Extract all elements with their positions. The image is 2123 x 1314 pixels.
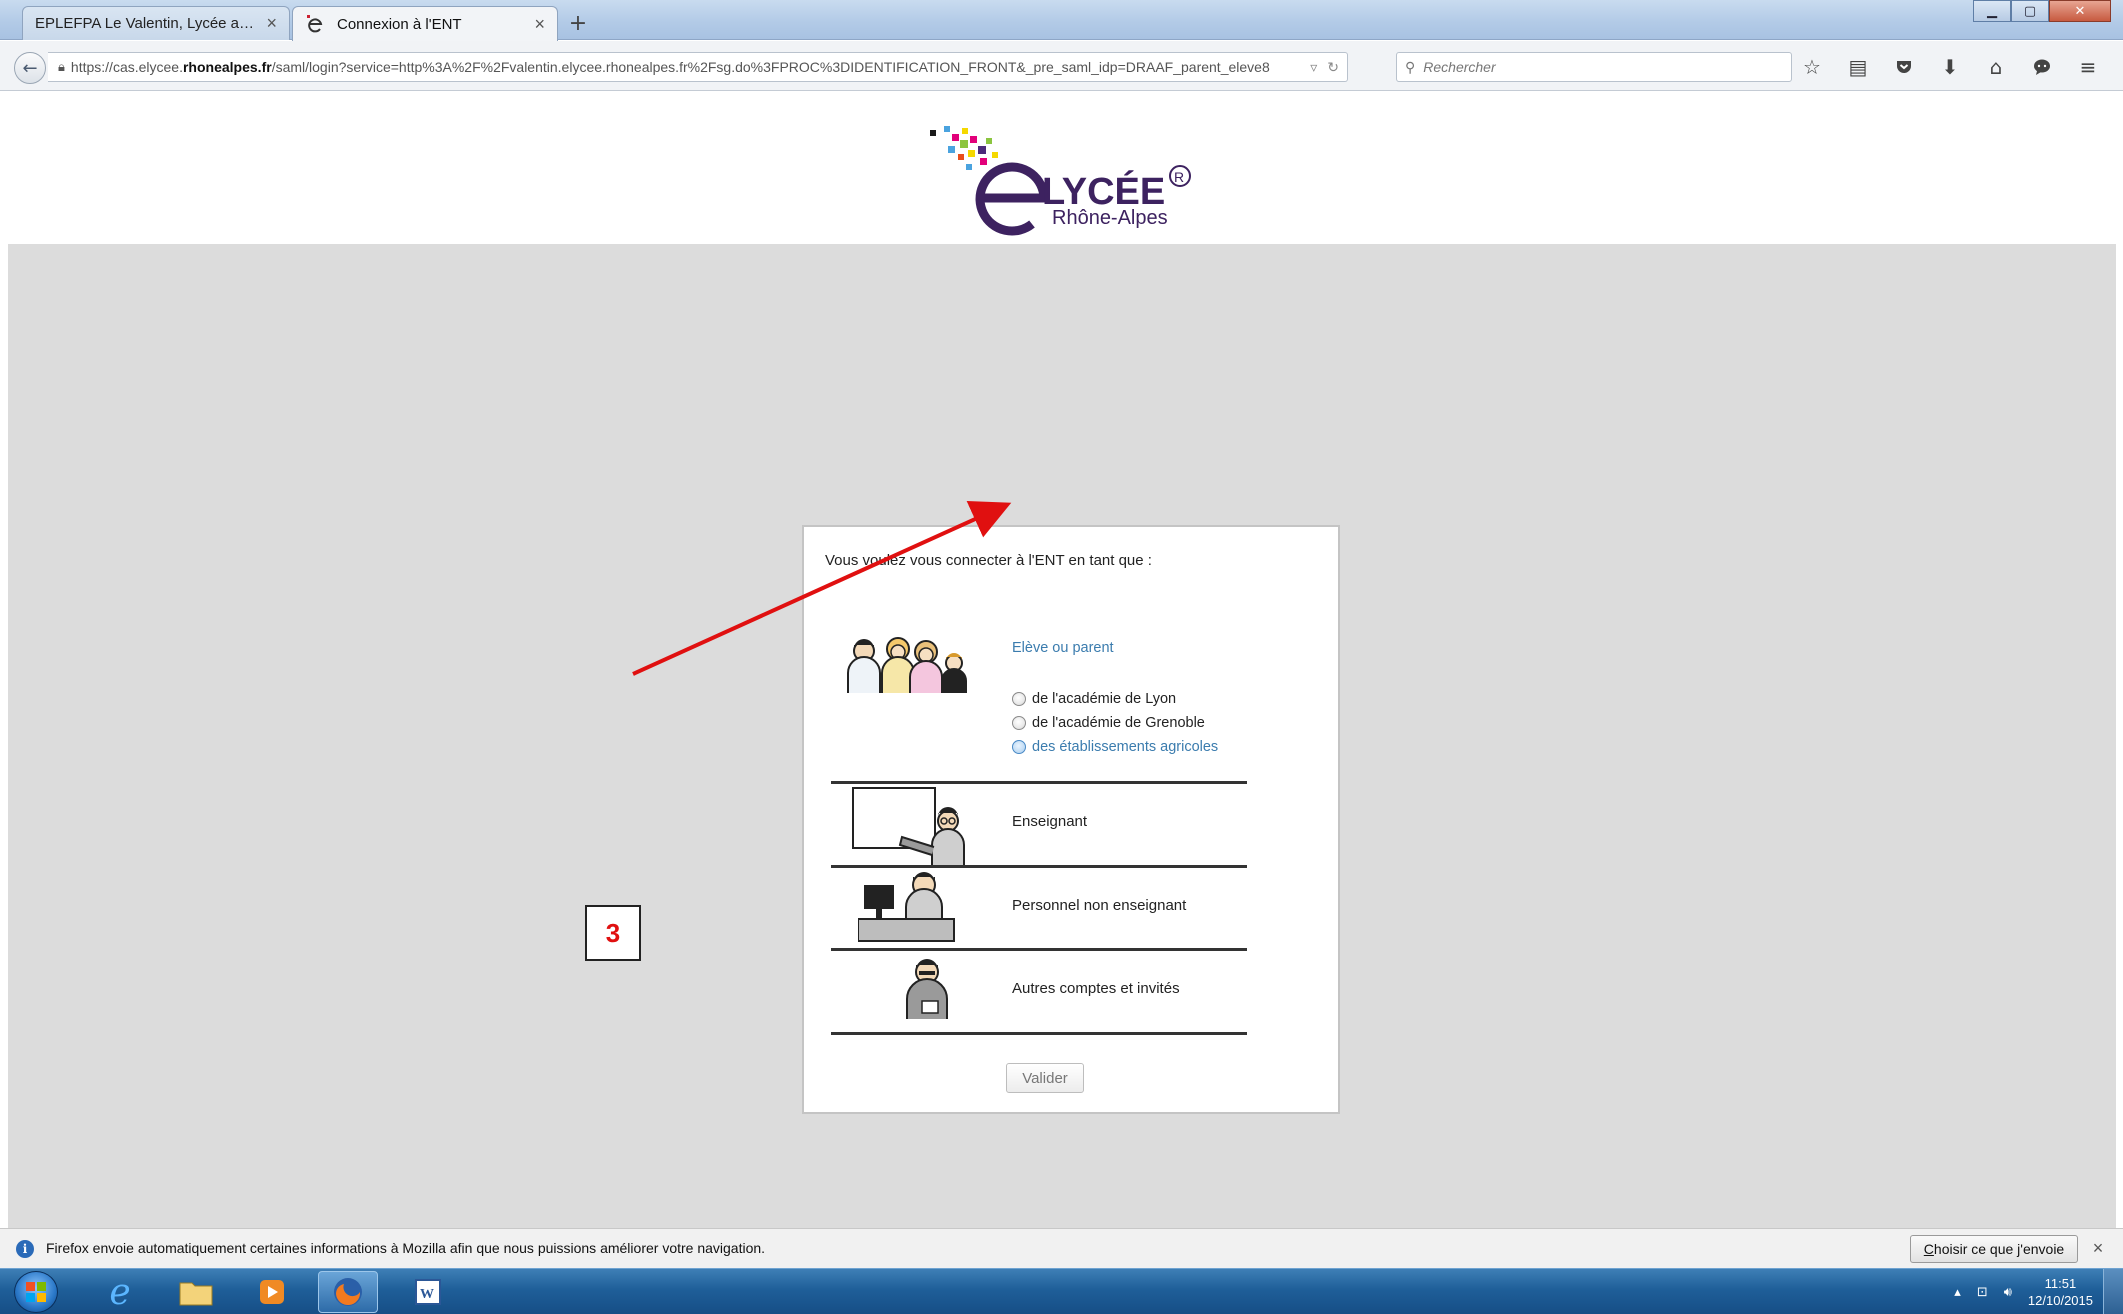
word-taskbar-button[interactable]: W [398, 1271, 458, 1313]
clock-time: 11:51 [2044, 1276, 2077, 1291]
folder-icon [179, 1282, 213, 1306]
page-header: LYCÉE R Rhône-Alpes [8, 92, 2116, 244]
url-text: https://cas.elycee.rhonealpes.fr/saml/lo… [71, 59, 1302, 75]
elycee-logo[interactable]: LYCÉE R Rhône-Alpes [922, 126, 1202, 238]
radio-label[interactable]: de l'académie de Grenoble [1032, 715, 1205, 731]
window-controls: ▁ ▢ ✕ [1973, 0, 2111, 24]
window-close-button[interactable]: ✕ [2049, 0, 2111, 22]
radio-academie-lyon[interactable]: de l'académie de Lyon [1012, 691, 1176, 707]
svg-text:R: R [1174, 169, 1184, 185]
button-label: hoisir ce que j'envoie [1933, 1241, 2065, 1257]
word-icon: W [415, 1279, 441, 1305]
svg-text:W: W [420, 1287, 434, 1302]
toolbar-icons: ☆ ▤ ⬇ ⌂ ≡ [1800, 52, 2100, 82]
annotation-step-marker: 3 [585, 905, 641, 961]
back-arrow-icon: ← [22, 57, 38, 79]
media-player-icon [260, 1280, 284, 1304]
role-separator [831, 1032, 1247, 1035]
clock[interactable]: 11:51 12/10/2015 [2028, 1275, 2093, 1309]
windows-logo-icon [26, 1282, 46, 1302]
radio-label[interactable]: de l'académie de Lyon [1032, 691, 1176, 707]
windows-taskbar: e W ▴ ⊡ 🔊︎ 11:51 12/10/2015 [0, 1268, 2123, 1314]
network-icon[interactable]: ⊡ [1977, 1285, 1988, 1300]
internet-explorer-taskbar-button[interactable]: e [90, 1271, 150, 1313]
tab-eplefpa[interactable]: EPLEFPA Le Valentin, Lycée agr... × [22, 6, 290, 40]
tab-connexion-ent[interactable]: Connexion à l'ENT × [292, 6, 558, 41]
radio-etablissements-agricoles[interactable]: des établissements agricoles [1012, 739, 1218, 755]
firefox-taskbar-button[interactable] [318, 1271, 378, 1313]
chat-icon[interactable] [2030, 55, 2054, 79]
button-accesskey: C [1923, 1241, 1934, 1257]
role-personnel-label[interactable]: Personnel non enseignant [1012, 897, 1186, 914]
browser-tab-strip: EPLEFPA Le Valentin, Lycée agr... × Conn… [0, 0, 2123, 41]
role-eleve-parent-label[interactable]: Elève ou parent [1012, 640, 1114, 656]
search-icon: ⚲ [1405, 58, 1416, 75]
role-autres-label[interactable]: Autres comptes et invités [1012, 980, 1180, 997]
home-icon[interactable]: ⌂ [1984, 55, 2008, 79]
pocket-icon[interactable] [1892, 55, 1916, 79]
lock-icon: 🔒︎ [58, 59, 65, 74]
menu-icon[interactable]: ≡ [2076, 55, 2100, 79]
clock-date: 12/10/2015 [2027, 1293, 2093, 1308]
elycee-favicon-icon [305, 13, 327, 35]
download-icon[interactable]: ⬇ [1938, 55, 1962, 79]
star-icon[interactable]: ☆ [1800, 55, 1824, 79]
media-player-taskbar-button[interactable] [242, 1271, 302, 1313]
minimize-button[interactable]: ▁ [1973, 0, 2011, 22]
notification-text: Firefox envoie automatiquement certaines… [46, 1240, 766, 1256]
close-icon[interactable]: × [534, 14, 545, 35]
radio-button[interactable] [1012, 692, 1026, 706]
radio-academie-grenoble[interactable]: de l'académie de Grenoble [1012, 715, 1205, 731]
close-icon[interactable]: × [266, 13, 277, 34]
choose-what-i-share-button[interactable]: Choisir ce que j'envoie [1910, 1235, 2078, 1263]
url-prefix: https://cas.elycee. [70, 59, 183, 75]
login-profile-panel: Vous voulez vous connecter à l'ENT en ta… [802, 525, 1340, 1114]
search-box[interactable]: ⚲ Rechercher [1396, 52, 1792, 82]
url-domain: rhonealpes.fr [182, 59, 272, 75]
close-icon[interactable]: × [2088, 1238, 2108, 1258]
radio-button[interactable] [1012, 740, 1026, 754]
tab-label: Connexion à l'ENT [337, 15, 462, 33]
logo-subtitle: Rhône-Alpes [1052, 207, 1168, 229]
login-prompt: Vous voulez vous connecter à l'ENT en ta… [825, 552, 1152, 569]
role-enseignant-label[interactable]: Enseignant [1012, 813, 1087, 830]
new-tab-button[interactable]: + [564, 10, 592, 36]
internet-explorer-icon: e [109, 1271, 131, 1313]
file-explorer-taskbar-button[interactable] [166, 1271, 226, 1313]
role-separator [831, 948, 1247, 951]
show-desktop-button[interactable] [2103, 1269, 2123, 1314]
validate-button[interactable]: Valider [1006, 1063, 1084, 1093]
role-separator [831, 865, 1247, 868]
tab-label: EPLEFPA Le Valentin, Lycée agr... [35, 15, 257, 32]
firefox-icon [334, 1278, 362, 1306]
info-icon: i [16, 1240, 34, 1258]
history-dropdown-icon[interactable]: ▿ [1310, 59, 1317, 76]
maximize-button[interactable]: ▢ [2011, 0, 2049, 22]
page-content: Vous voulez vous connecter à l'ENT en ta… [8, 244, 2116, 1228]
show-hidden-icons-icon[interactable]: ▴ [1954, 1285, 1961, 1300]
radio-label[interactable]: des établissements agricoles [1032, 739, 1218, 755]
teacher-illustration [852, 787, 972, 867]
reading-list-icon[interactable]: ▤ [1846, 55, 1870, 79]
guest-illustration [902, 959, 952, 1019]
role-separator [831, 781, 1247, 784]
students-parents-illustration [846, 637, 976, 693]
start-button[interactable] [14, 1271, 58, 1313]
address-bar[interactable]: 🔒︎ https://cas.elycee.rhonealpes.fr/saml… [48, 52, 1348, 82]
system-tray: ▴ ⊡ 🔊︎ 11:51 12/10/2015 [1954, 1269, 2093, 1314]
url-tools: ▿ ↻ [1302, 59, 1347, 76]
navigation-toolbar: ← 🔒︎ https://cas.elycee.rhonealpes.fr/sa… [0, 41, 2123, 91]
staff-illustration [857, 871, 968, 943]
search-placeholder: Rechercher [1423, 59, 1496, 75]
volume-icon[interactable]: 🔊︎ [2004, 1285, 2012, 1300]
back-button[interactable]: ← [14, 52, 46, 84]
url-path: /saml/login?service=http%3A%2F%2Fvalenti… [271, 59, 1270, 75]
radio-button[interactable] [1012, 716, 1026, 730]
firefox-notification-bar: i Firefox envoie automatiquement certain… [0, 1228, 2123, 1268]
reload-icon[interactable]: ↻ [1327, 59, 1339, 76]
